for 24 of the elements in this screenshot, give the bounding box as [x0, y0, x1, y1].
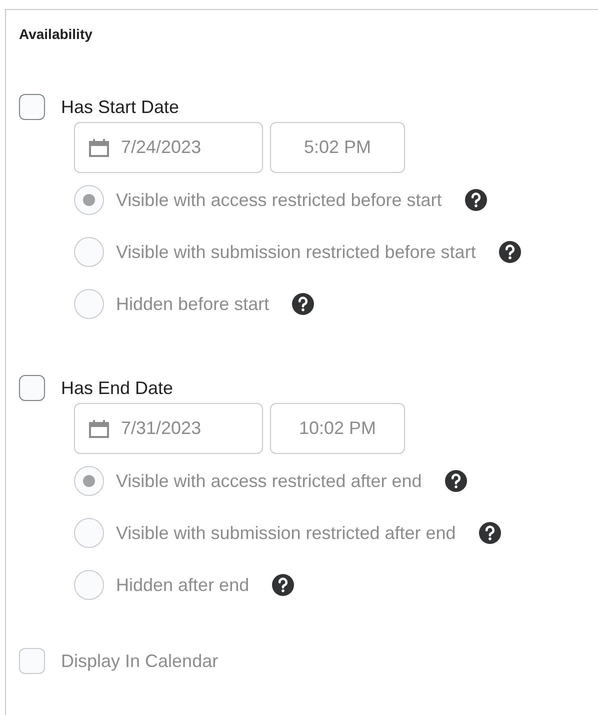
- help-icon[interactable]: [271, 573, 296, 597]
- calendar-icon: [89, 420, 109, 438]
- radio-label: Visible with access restricted after end: [116, 470, 422, 492]
- date-field[interactable]: 7/31/2023: [74, 403, 263, 454]
- date-field[interactable]: 7/24/2023: [74, 122, 263, 173]
- calendar-icon: [89, 138, 109, 156]
- radio-label: Visible with access restricted before start: [116, 190, 442, 210]
- time-field[interactable]: 10:02 PM: [270, 403, 405, 454]
- time-field[interactable]: 5:02 PM: [270, 122, 405, 173]
- help-icon[interactable]: [498, 240, 522, 264]
- checkbox-label: Display In Calendar: [61, 650, 218, 672]
- help-icon[interactable]: [478, 521, 502, 545]
- section-title: Availability: [19, 26, 94, 42]
- checkbox-label: Has End Date: [61, 378, 174, 398]
- radio-label: Hidden before start: [116, 294, 270, 314]
- help-icon[interactable]: [464, 188, 488, 212]
- checkbox[interactable]: [19, 94, 45, 120]
- checkbox[interactable]: [19, 375, 45, 401]
- radio-label: Visible with submission restricted after end: [116, 522, 456, 544]
- checkbox-label: Has Start Date: [61, 96, 180, 118]
- help-icon[interactable]: [444, 469, 468, 493]
- help-icon[interactable]: [291, 292, 316, 316]
- radio-label: Visible with submission restricted before start: [116, 242, 476, 262]
- radio-label: Hidden after end: [116, 574, 250, 596]
